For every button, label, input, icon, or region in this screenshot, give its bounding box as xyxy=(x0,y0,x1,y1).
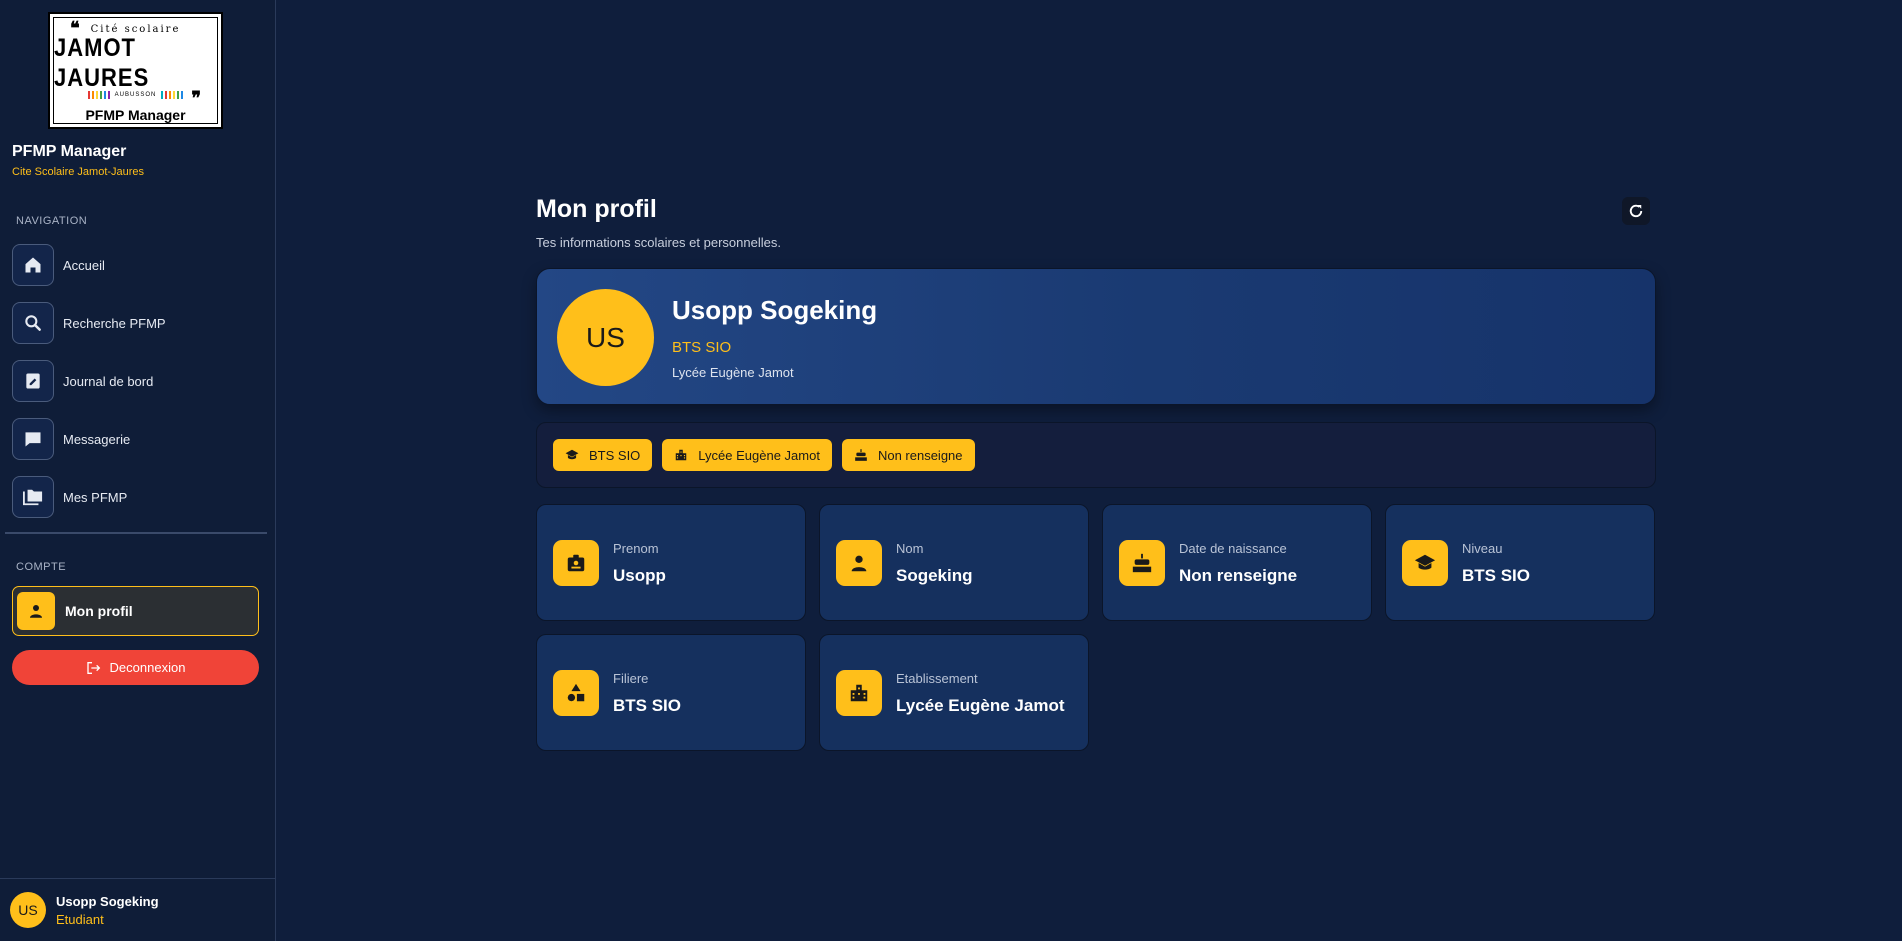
card-value: Sogeking xyxy=(896,566,973,585)
card-label: Filiere xyxy=(613,671,649,686)
sidebar-divider xyxy=(5,532,267,534)
info-card-nom: Nom Sogeking xyxy=(819,504,1089,621)
sidebar-item-recherche-pfmp[interactable]: Recherche PFMP xyxy=(12,301,259,345)
chip-school: Lycée Eugène Jamot xyxy=(662,439,832,471)
sidebar-item-messagerie[interactable]: Messagerie xyxy=(12,417,259,461)
shapes-icon xyxy=(553,670,599,716)
profile-hero-card: US Usopp Sogeking BTS SIO Lycée Eugène J… xyxy=(536,268,1656,405)
edit-note-icon xyxy=(12,360,54,402)
sidebar-item-label: Messagerie xyxy=(63,431,131,447)
logo-line2: JAMOT JAURES xyxy=(54,33,150,92)
chip-label: Lycée Eugène Jamot xyxy=(698,447,820,463)
school-logo[interactable]: ❝ Cité scolaire JAMOT JAURES AUBUSSON ❞ … xyxy=(48,12,223,129)
home-icon xyxy=(12,244,54,286)
card-value: Usopp xyxy=(613,566,666,585)
folder-icon xyxy=(12,476,54,518)
card-label: Etablissement xyxy=(896,671,978,686)
profile-school: Lycée Eugène Jamot xyxy=(672,365,794,380)
cake-icon xyxy=(1119,540,1165,586)
sidebar-item-label: Recherche PFMP xyxy=(63,315,166,331)
card-label: Prenom xyxy=(613,541,659,556)
sidebar-item-journal-de-bord[interactable]: Journal de bord xyxy=(12,359,259,403)
info-card-filiere: Filiere BTS SIO xyxy=(536,634,806,751)
refresh-icon xyxy=(1629,204,1643,218)
logout-button[interactable]: Deconnexion xyxy=(12,650,259,685)
quote-close-icon: ❞ xyxy=(191,88,201,109)
card-value: BTS SIO xyxy=(1462,566,1531,585)
person-icon xyxy=(17,592,55,630)
building-icon xyxy=(676,449,687,461)
chip-label: BTS SIO xyxy=(589,447,641,463)
logo-footer: PFMP Manager xyxy=(85,107,186,123)
profile-name: Usopp Sogeking xyxy=(672,295,878,325)
sidebar-item-label: Journal de bord xyxy=(63,373,154,389)
sidebar: ❝ Cité scolaire JAMOT JAURES AUBUSSON ❞ … xyxy=(0,0,276,941)
chip-label: Non renseigne xyxy=(877,447,963,463)
avatar: US xyxy=(10,892,46,928)
info-card-etablissement: Etablissement Lycée Eugène Jamot xyxy=(819,634,1089,751)
sidebar-item-label: Mes PFMP xyxy=(63,489,128,505)
profile-grade: BTS SIO xyxy=(672,339,732,356)
search-icon xyxy=(12,302,54,344)
card-label: Nom xyxy=(896,541,924,556)
graduation-cap-icon xyxy=(565,449,579,460)
sidebar-item-accueil[interactable]: Accueil xyxy=(12,243,259,287)
chip-birthdate: Non renseigne xyxy=(841,439,975,471)
sidebar-item-label: Mon profil xyxy=(65,603,133,619)
account-section-label: COMPTE xyxy=(16,561,67,573)
user-info: Usopp Sogeking Etudiant xyxy=(56,894,159,927)
page-title: Mon profil xyxy=(536,195,657,223)
graduation-cap-icon xyxy=(1402,540,1448,586)
chat-icon xyxy=(12,418,54,460)
chip-grade: BTS SIO xyxy=(553,439,653,471)
card-label: Date de naissance xyxy=(1179,541,1287,556)
building-icon xyxy=(836,670,882,716)
card-value: BTS SIO xyxy=(613,696,682,715)
sidebar-item-label: Accueil xyxy=(63,257,105,273)
nav-section-label: NAVIGATION xyxy=(16,215,88,227)
cake-icon xyxy=(855,449,867,461)
refresh-button[interactable] xyxy=(1622,197,1650,225)
card-value: Lycée Eugène Jamot xyxy=(896,696,1065,715)
page-subtitle: Tes informations scolaires et personnell… xyxy=(536,235,781,250)
person-icon xyxy=(836,540,882,586)
logout-label: Deconnexion xyxy=(109,660,186,675)
app-subtitle: Cite Scolaire Jamot-Jaures xyxy=(12,166,145,178)
user-role: Etudiant xyxy=(56,911,104,927)
id-badge-icon xyxy=(553,540,599,586)
user-footer[interactable]: US Usopp Sogeking Etudiant xyxy=(0,878,276,941)
info-card-prenom: Prenom Usopp xyxy=(536,504,806,621)
avatar: US xyxy=(557,289,654,386)
card-value: Non renseigne xyxy=(1179,566,1298,585)
sidebar-item-mon-profil[interactable]: Mon profil xyxy=(12,586,259,636)
sidebar-item-mes-pfmp[interactable]: Mes PFMP xyxy=(12,475,259,519)
user-name: Usopp Sogeking xyxy=(56,893,159,909)
logout-icon xyxy=(86,661,100,674)
info-card-date-naissance: Date de naissance Non renseigne xyxy=(1102,504,1372,621)
logo-frame: ❝ Cité scolaire JAMOT JAURES AUBUSSON ❞ … xyxy=(53,17,218,124)
card-label: Niveau xyxy=(1462,541,1503,556)
info-card-niveau: Niveau BTS SIO xyxy=(1385,504,1655,621)
app-name: PFMP Manager xyxy=(12,143,127,160)
profile-chips: BTS SIO Lycée Eugène Jamot Non renseigne xyxy=(536,422,1656,488)
